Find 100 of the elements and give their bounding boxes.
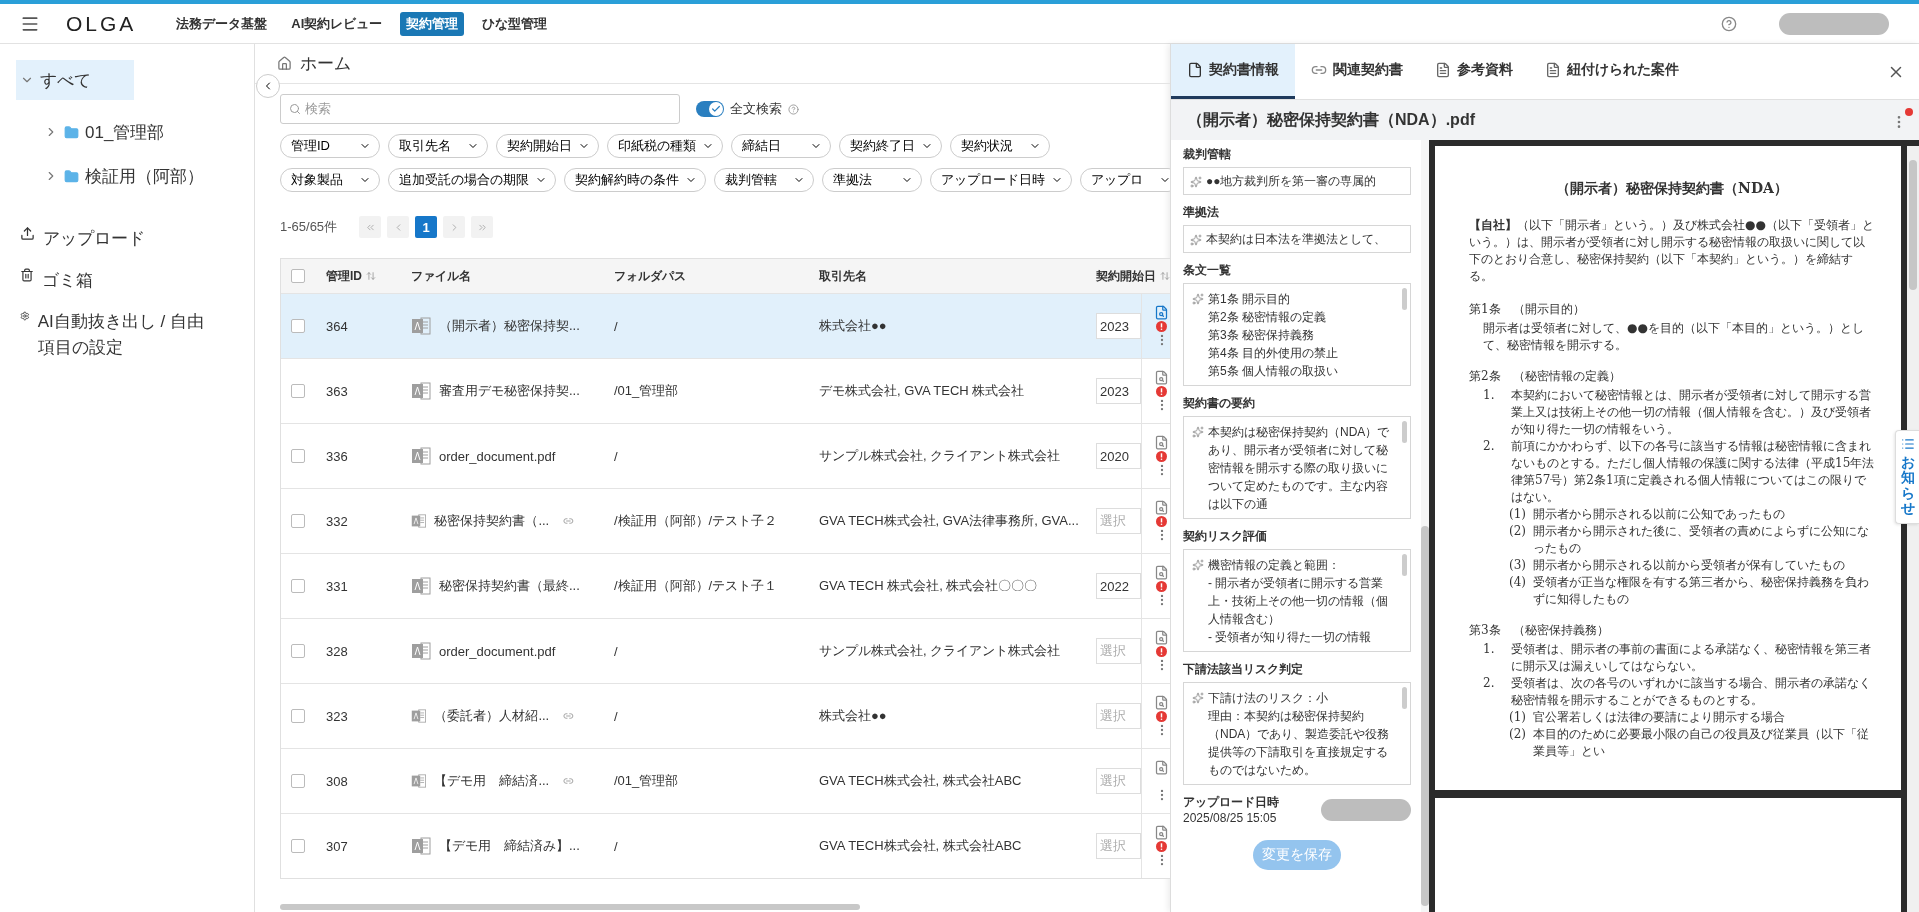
- table-row[interactable]: 363 審査用デモ秘密保持契... /01_管理部 デモ株式会社, GVA TECH 株式会社 2023: [281, 358, 1170, 423]
- upload-icon: [20, 226, 35, 241]
- text-area[interactable]: 下請け法のリスク：小 理由：本契約は秘密保持契約（NDA）であり、製造委託や役務提供等の下請取引を直接規定するものではないため。: [1183, 682, 1411, 785]
- filter-dropdown[interactable]: 対象製品: [280, 168, 380, 192]
- sparkle-icon: [1192, 559, 1204, 571]
- checkbox[interactable]: [291, 644, 305, 658]
- notice-tab[interactable]: お知らせ: [1895, 430, 1919, 524]
- checkbox[interactable]: [291, 384, 305, 398]
- table-row[interactable]: 328 order_document.pdf / サンプル株式会社, クライアント株式会社 選択: [281, 618, 1170, 683]
- filter-dropdown[interactable]: 取引先名: [388, 134, 488, 158]
- panel-tab[interactable]: 参考資料: [1419, 44, 1529, 99]
- date-field[interactable]: 2023: [1096, 378, 1141, 404]
- list-icon: [1900, 437, 1915, 451]
- filter-dropdown[interactable]: 締結日: [731, 134, 831, 158]
- date-field[interactable]: 2023: [1096, 313, 1141, 339]
- table-cell-text: 323: [326, 708, 349, 724]
- paragraph: 受領者は、次の各号のいずれかに該当する場合、開示者の承諾なく秘密情報を開示することができるものとする。: [1511, 675, 1872, 709]
- file-search-icon[interactable]: [1154, 305, 1169, 320]
- file-name: （開示者）秘密保持契...: [439, 317, 581, 335]
- scrollbar: [1402, 421, 1407, 443]
- input-field[interactable]: ●●地方裁判所を第一審の専属的: [1183, 167, 1411, 195]
- nav-tab[interactable]: AI契約レビュー: [285, 11, 389, 36]
- vertical-scrollbar[interactable]: [1421, 140, 1429, 912]
- help-icon[interactable]: [1721, 15, 1737, 32]
- table-cell-text: 株式会社●●: [819, 317, 888, 335]
- checkbox[interactable]: [291, 774, 305, 788]
- horizontal-scrollbar[interactable]: [280, 904, 860, 910]
- panel-tab[interactable]: 紐付けられた案件: [1529, 44, 1695, 99]
- list-number: (4): [1509, 574, 1527, 591]
- file-name: order_document.pdf: [439, 643, 557, 659]
- checkbox[interactable]: [291, 839, 305, 853]
- file-search-icon[interactable]: [1154, 695, 1169, 710]
- list-number: (1): [1509, 506, 1527, 523]
- filter-dropdown[interactable]: 裁判管轄: [714, 168, 814, 192]
- date-field[interactable]: 2022: [1096, 573, 1141, 599]
- filter-dropdown[interactable]: 契約終了日: [839, 134, 942, 158]
- checkbox[interactable]: [291, 449, 305, 463]
- table-row[interactable]: 332 秘密保持契約書（... /検証用（阿部）/テスト子２ GVA TECH株式会社, GVA法律事務所, GVA... 選択: [281, 488, 1170, 553]
- sidebar-link[interactable]: ゴミ箱: [16, 259, 216, 301]
- folder-tree-item[interactable]: すべて: [16, 60, 134, 100]
- panel-tab[interactable]: 関連契約書: [1295, 44, 1419, 99]
- filter-dropdown[interactable]: 追加受託の場合の期限: [388, 168, 556, 192]
- collapse-button[interactable]: [256, 74, 280, 98]
- table-row[interactable]: 336 order_document.pdf / サンプル株式会社, クライアント株式会社 2020: [281, 423, 1170, 488]
- folder-tree-item[interactable]: 01_管理部: [16, 112, 238, 152]
- input-field[interactable]: 本契約は日本法を準拠法として、: [1183, 225, 1411, 253]
- help-icon[interactable]: [788, 103, 799, 115]
- document-title: （開示者）秘密保持契約書（NDA）: [1555, 180, 1789, 197]
- sparkle-icon: [1192, 426, 1204, 438]
- table-row[interactable]: 364 （開示者）秘密保持契... / 株式会社●● 2023: [281, 293, 1170, 358]
- nav-tab[interactable]: ひな型管理: [476, 11, 554, 36]
- table-row[interactable]: 331 秘密保持契約書（最終... /検証用（阿部）/テスト子１ GVA TECH 株式会社, 株式会社〇〇〇 2022: [281, 553, 1170, 618]
- sidebar-link[interactable]: アップロード: [16, 218, 216, 260]
- filter-dropdown[interactable]: 契約解約時の条件: [564, 168, 706, 192]
- checkbox[interactable]: [291, 709, 305, 723]
- file-search-icon[interactable]: [1154, 630, 1169, 645]
- table-cell-text: サンプル株式会社, クライアント株式会社: [819, 447, 1062, 465]
- file-search-icon[interactable]: [1154, 370, 1169, 385]
- field-label: 裁判管轄: [1183, 146, 1232, 163]
- file-search-icon[interactable]: [1154, 565, 1169, 580]
- table-row[interactable]: 308 【デモ用 締結済... /01_管理部 GVA TECH株式会社, 株式会社ABC 選択: [281, 748, 1170, 813]
- nav-tab[interactable]: 法務データ基盤: [170, 11, 274, 36]
- filter-dropdown[interactable]: アップロ: [1080, 168, 1170, 192]
- text-area[interactable]: 第1条 開示目的 第2条 秘密情報の定義 第3条 秘密保持義務 第4条 目的外使用の禁止 第5条 個人情報の取扱い: [1183, 283, 1411, 386]
- file-search-icon[interactable]: [1154, 435, 1169, 450]
- fulltext-toggle[interactable]: [696, 101, 724, 117]
- file-search-icon[interactable]: [1154, 500, 1169, 515]
- panel-tab[interactable]: 契約書情報: [1171, 44, 1295, 99]
- filter-dropdown[interactable]: 契約状況: [950, 134, 1050, 158]
- table-cell-text: 株式会社●●: [819, 707, 888, 725]
- folder-tree-item[interactable]: 検証用（阿部）: [16, 156, 238, 196]
- column-header[interactable]: 契約開始日: [1096, 267, 1170, 285]
- text-area[interactable]: 本契約は秘密保持契約（NDA）であり、開示者が受領者に対して秘密情報を開示する際の取り扱いについて定めたものです。主な内容は以下の通: [1183, 416, 1411, 519]
- breadcrumb[interactable]: ホーム: [255, 44, 1170, 84]
- text-area[interactable]: 機密情報の定義と範囲： - 開示者が受領者に開示する営業上・技術上その他一切の情報（個人情報含む） - 受領者が知り得た一切の情報: [1183, 549, 1411, 652]
- filter-dropdown[interactable]: 契約開始日: [496, 134, 599, 158]
- nav-tab[interactable]: 契約管理: [400, 11, 465, 36]
- filter-dropdown[interactable]: 準拠法: [822, 168, 922, 192]
- filter-dropdown[interactable]: アップロード日時: [930, 168, 1072, 192]
- table-row[interactable]: 323 （委託者）人材紹... / 株式会社●● 選択: [281, 683, 1170, 748]
- checkbox[interactable]: [291, 269, 305, 283]
- file-search-icon[interactable]: [1154, 825, 1169, 840]
- article-heading: 第3条 （秘密保持義務）: [1469, 622, 1610, 639]
- table-cell-text: /検証用（阿部）/テスト子１: [614, 577, 779, 595]
- table-cell-text: 336: [326, 448, 349, 464]
- sidebar-link[interactable]: AI自動抜き出し / 自由項目の設定: [16, 301, 216, 368]
- filter-dropdown[interactable]: 管理ID: [280, 134, 380, 158]
- pdf-file-icon: [411, 836, 431, 856]
- column-header[interactable]: 管理ID: [326, 267, 411, 285]
- table-row[interactable]: 307 【デモ用 締結済み】... / GVA TECH株式会社, 株式会社ABC 選択: [281, 813, 1170, 878]
- page-button[interactable]: 1: [415, 216, 438, 238]
- checkbox[interactable]: [291, 579, 305, 593]
- list-number: (2): [1509, 726, 1527, 743]
- checkbox[interactable]: [291, 514, 305, 528]
- list-number: 2.: [1483, 675, 1496, 692]
- date-field[interactable]: 2020: [1096, 443, 1141, 469]
- file-search-icon[interactable]: [1154, 760, 1169, 775]
- checkbox[interactable]: [291, 319, 305, 333]
- filter-dropdown[interactable]: 印紙税の種類: [607, 134, 723, 158]
- pdf-file-icon: [411, 446, 431, 466]
